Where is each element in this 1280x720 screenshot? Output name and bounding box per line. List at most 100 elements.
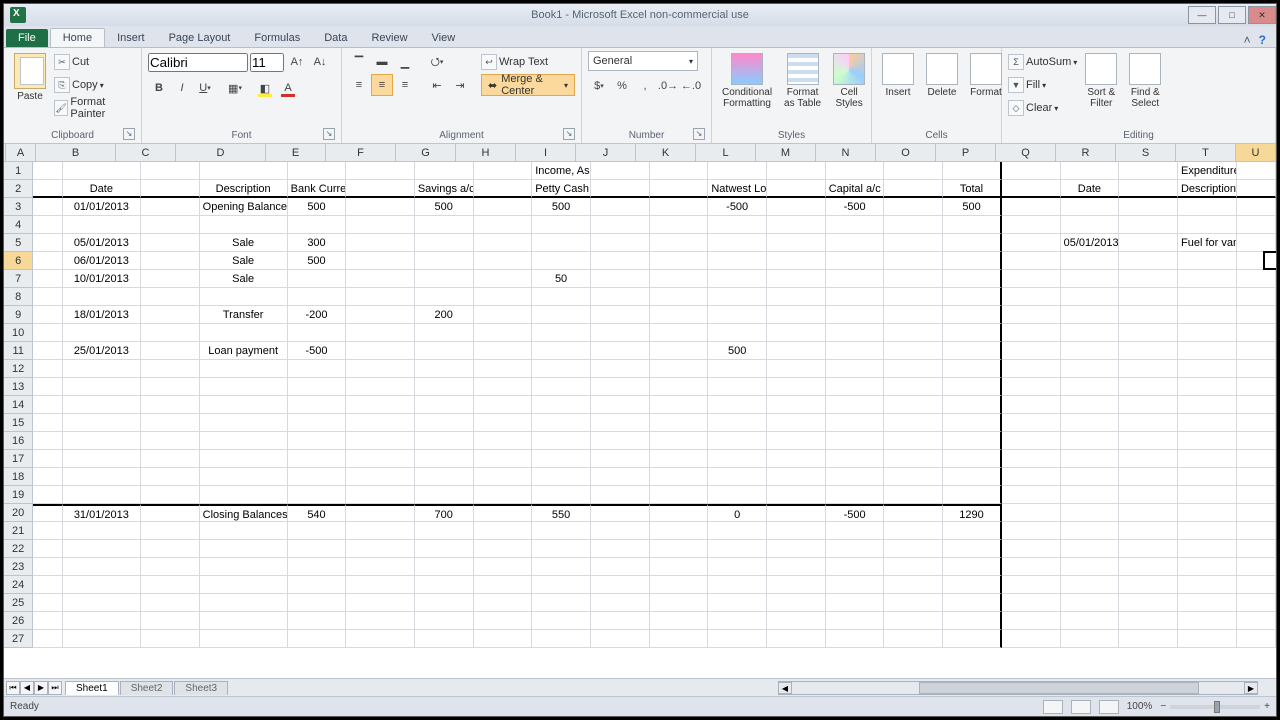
row-header[interactable]: 21 xyxy=(4,522,33,540)
cell[interactable] xyxy=(346,162,414,180)
cell[interactable] xyxy=(288,630,347,648)
cell[interactable] xyxy=(33,576,62,594)
cell[interactable] xyxy=(826,378,885,396)
cell[interactable] xyxy=(474,234,533,252)
cell[interactable] xyxy=(415,540,474,558)
cell[interactable] xyxy=(767,612,826,630)
cell[interactable] xyxy=(33,234,62,252)
cell[interactable] xyxy=(474,306,533,324)
cell[interactable] xyxy=(141,324,200,342)
cell[interactable] xyxy=(943,414,1002,432)
cell[interactable] xyxy=(1178,630,1237,648)
cell[interactable] xyxy=(415,468,474,486)
cell[interactable] xyxy=(1002,216,1061,234)
cell[interactable] xyxy=(650,414,709,432)
cell[interactable]: -500 xyxy=(708,198,767,216)
align-top-button[interactable]: ▔ xyxy=(348,51,370,73)
cell[interactable] xyxy=(708,576,767,594)
cell[interactable] xyxy=(1119,558,1178,576)
cell[interactable] xyxy=(415,216,474,234)
cell[interactable] xyxy=(943,162,1002,180)
cell[interactable] xyxy=(415,288,474,306)
cell[interactable] xyxy=(884,504,943,522)
row-header[interactable]: 23 xyxy=(4,558,33,576)
cell[interactable] xyxy=(884,486,943,504)
cell[interactable] xyxy=(346,378,414,396)
zoom-in-icon[interactable]: + xyxy=(1264,701,1270,712)
cell[interactable] xyxy=(884,270,943,288)
cell[interactable]: Date xyxy=(1061,180,1120,198)
cell[interactable] xyxy=(63,522,141,540)
col-header-F[interactable]: F xyxy=(326,144,396,161)
cell[interactable] xyxy=(33,630,62,648)
sheet-nav-prev-icon[interactable]: ◀ xyxy=(20,681,34,695)
cell[interactable] xyxy=(141,450,200,468)
cell[interactable] xyxy=(288,432,347,450)
row-header[interactable]: 26 xyxy=(4,612,33,630)
cell[interactable] xyxy=(1002,270,1061,288)
cell[interactable] xyxy=(532,378,591,396)
cell[interactable] xyxy=(591,486,650,504)
cell[interactable] xyxy=(1061,378,1120,396)
cell[interactable]: 0 xyxy=(708,504,767,522)
cell[interactable] xyxy=(33,180,62,198)
align-left-button[interactable]: ≡ xyxy=(348,74,370,96)
cell[interactable] xyxy=(141,576,200,594)
cell[interactable] xyxy=(141,216,200,234)
cell[interactable] xyxy=(884,414,943,432)
cell[interactable] xyxy=(200,630,288,648)
cell[interactable] xyxy=(532,342,591,360)
cell[interactable] xyxy=(415,396,474,414)
row-header[interactable]: 25 xyxy=(4,594,33,612)
row-header[interactable]: 7 xyxy=(4,270,33,288)
fill-color-button[interactable]: ◧ xyxy=(254,77,276,99)
cell[interactable] xyxy=(200,468,288,486)
cell[interactable] xyxy=(141,378,200,396)
cell[interactable] xyxy=(943,252,1002,270)
cell-styles-button[interactable]: Cell Styles xyxy=(829,51,869,111)
cell[interactable] xyxy=(884,216,943,234)
row-header[interactable]: 15 xyxy=(4,414,33,432)
cell[interactable] xyxy=(943,486,1002,504)
cell[interactable] xyxy=(1237,450,1276,468)
cell[interactable] xyxy=(415,252,474,270)
cell[interactable] xyxy=(415,522,474,540)
col-header-I[interactable]: I xyxy=(516,144,576,161)
cell[interactable] xyxy=(200,450,288,468)
cell[interactable]: 50 xyxy=(532,270,591,288)
cell[interactable] xyxy=(141,306,200,324)
zoom-out-icon[interactable]: − xyxy=(1160,701,1166,712)
cell[interactable] xyxy=(708,594,767,612)
horizontal-scrollbar[interactable]: ◀ ▶ xyxy=(778,681,1258,695)
cell[interactable] xyxy=(767,360,826,378)
col-header-D[interactable]: D xyxy=(176,144,266,161)
cell[interactable] xyxy=(200,594,288,612)
cell[interactable] xyxy=(474,630,533,648)
cell[interactable] xyxy=(1061,342,1120,360)
cell[interactable] xyxy=(826,360,885,378)
cell[interactable] xyxy=(346,594,414,612)
find-select-button[interactable]: Find & Select xyxy=(1125,51,1165,111)
cell[interactable] xyxy=(826,612,885,630)
cell[interactable] xyxy=(474,270,533,288)
cell[interactable] xyxy=(1061,216,1120,234)
cell[interactable] xyxy=(884,630,943,648)
cell[interactable] xyxy=(1119,576,1178,594)
cell[interactable] xyxy=(591,396,650,414)
cell[interactable] xyxy=(141,504,200,522)
col-header-U[interactable]: U xyxy=(1236,144,1276,161)
cell[interactable] xyxy=(1119,288,1178,306)
cell[interactable] xyxy=(708,396,767,414)
cell[interactable]: Expenditure xyxy=(1178,162,1237,180)
cell[interactable] xyxy=(826,576,885,594)
cell[interactable] xyxy=(532,396,591,414)
cell[interactable] xyxy=(63,558,141,576)
cell[interactable] xyxy=(826,306,885,324)
cell[interactable] xyxy=(346,324,414,342)
cell[interactable] xyxy=(884,252,943,270)
cell[interactable] xyxy=(1178,288,1237,306)
cell[interactable] xyxy=(650,522,709,540)
cell[interactable] xyxy=(532,432,591,450)
cell[interactable] xyxy=(1002,522,1061,540)
cell[interactable] xyxy=(591,180,650,198)
